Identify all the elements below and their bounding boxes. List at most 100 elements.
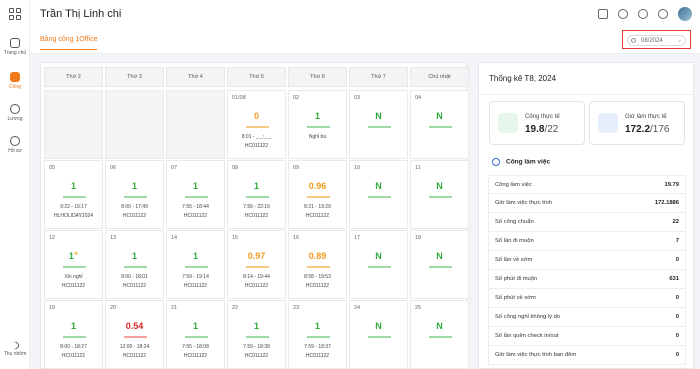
- bookmark-icon[interactable]: [598, 9, 608, 19]
- work-value: N: [375, 111, 382, 121]
- work-value: 1: [70, 321, 76, 331]
- cell-time: Nghỉ bù: [308, 134, 327, 140]
- stats-row: Số phút về sớm 0: [488, 289, 686, 308]
- sidebar-item-luong[interactable]: Lương: [0, 104, 30, 122]
- work-value: N: [375, 181, 382, 191]
- calendar-day-cell[interactable]: 15 0.97 8:14 - 19:44 HC011122: [227, 230, 286, 299]
- calendar-day-cell[interactable]: 11 N: [410, 160, 469, 229]
- calendar-day-cell[interactable]: 24 N: [349, 300, 408, 369]
- stats-label: Công làm việc: [495, 182, 532, 188]
- cell-shift: HC011122: [122, 353, 147, 359]
- avatar[interactable]: [678, 7, 692, 21]
- calendar-day-cell[interactable]: 08 1 7:56 - 22:16 HC011122: [227, 160, 286, 229]
- calendar-day-cell[interactable]: 23 1 7:59 - 18:37 HC011122: [288, 300, 347, 369]
- stats-row: Giờ làm việc thực tính ban đêm 0: [488, 346, 686, 365]
- stats-label: Số phút đi muộn: [495, 276, 538, 282]
- calendar-day-cell[interactable]: 18 N: [410, 230, 469, 299]
- calendar-day-cell[interactable]: 03 N: [349, 90, 408, 159]
- tab-bang-cong[interactable]: Bảng công 1Office: [40, 36, 98, 50]
- stats-label: Giờ làm việc thực tính: [495, 200, 552, 206]
- calendar-day-cell[interactable]: 09 0.96 8:21 - 19:29 HC011122: [288, 160, 347, 229]
- page-title: Trần Thị Linh chi: [40, 8, 122, 20]
- calendar-day-cell[interactable]: 01/08 0 8:01 - _ _:_ _ HC011122: [227, 90, 286, 159]
- day-number: 07: [171, 165, 178, 171]
- calendar-day-cell[interactable]: 21 1 7:55 - 18:08 HC011122: [166, 300, 225, 369]
- dollar-icon: [10, 104, 20, 114]
- calendar-day-cell[interactable]: 17 N: [349, 230, 408, 299]
- day-number: 20: [110, 305, 117, 311]
- day-number: 19: [49, 305, 56, 311]
- sidebar-item-cong[interactable]: Công: [0, 72, 30, 90]
- calendar-day-cell[interactable]: 05 1 9:22 - 16:17 HLHOLIDAY2024: [44, 160, 103, 229]
- stats-value: 172.1886: [654, 200, 679, 206]
- calendar-day-cell[interactable]: 25 N: [410, 300, 469, 369]
- day-number: 16: [293, 235, 300, 241]
- attendance-calendar: Thứ 2 Thứ 3 Thứ 4 Thứ 5 Thứ 6 Thứ 7 Chủ nhật 01…: [40, 62, 469, 369]
- stats-row: Số công nghỉ không lý do 0: [488, 308, 686, 327]
- value-underline: [124, 336, 147, 338]
- cell-time: 8:00 - 18:27: [60, 344, 87, 350]
- calendar-day-cell[interactable]: 07 1 7:55 - 18:44 HC011122: [166, 160, 225, 229]
- work-value: N: [375, 321, 382, 331]
- work-value: 1: [253, 321, 259, 331]
- stats-row: Số công chuẩn 22: [488, 213, 686, 232]
- calendar-day-cell[interactable]: 14 1 7:59 - 19:14 HC011122: [166, 230, 225, 299]
- calendar-day-cell[interactable]: 16 0.89 8:58 - 19:53 HC011122: [288, 230, 347, 299]
- value-underline: [124, 196, 147, 198]
- day-number: 14: [171, 235, 178, 241]
- app-grid-icon[interactable]: [9, 8, 21, 20]
- sidebar-item-hoso[interactable]: Hồ sơ: [0, 136, 30, 154]
- month-picker[interactable]: 08/2024 ⌄: [622, 30, 691, 49]
- calendar-day-cell[interactable]: 06 1 8:00 - 17:49 HC011122: [105, 160, 164, 229]
- stats-row: Số phút đi muộn 631: [488, 270, 686, 289]
- day-number: 22: [232, 305, 239, 311]
- value-underline: [246, 196, 269, 198]
- cell-shift: HC011122: [61, 353, 86, 359]
- cell-shift: HC011122: [61, 283, 86, 289]
- calendar-icon: [631, 38, 636, 43]
- value-underline: [246, 266, 269, 268]
- work-value: 0: [253, 111, 259, 121]
- cell-shift: HC011122: [183, 353, 208, 359]
- sidebar-item-home[interactable]: Trang chủ: [0, 38, 30, 56]
- cell-time: 7:55 - 18:08: [182, 344, 209, 350]
- work-value: 1✳: [68, 251, 79, 261]
- calendar-day-cell[interactable]: 20 0.54 12:00 - 18:24 HC011122: [105, 300, 164, 369]
- month-select[interactable]: 08/2024 ⌄: [627, 35, 686, 46]
- stats-label: Số lần đi muộn: [495, 238, 534, 244]
- work-value: 1: [253, 181, 259, 191]
- cell-shift: HC011122: [305, 283, 330, 289]
- calendar-day-cell[interactable]: 04 N: [410, 90, 469, 159]
- calendar-day-cell[interactable]: 10 N: [349, 160, 408, 229]
- value-underline: [307, 196, 330, 198]
- calendar-day-cell[interactable]: 19 1 8:00 - 18:27 HC011122: [44, 300, 103, 369]
- section-title: Công làm việc: [492, 158, 550, 166]
- calendar-day-cell[interactable]: 13 1 8:00 - 18:01 HC011122: [105, 230, 164, 299]
- card-label: Giờ làm thực tế: [625, 114, 667, 120]
- work-value: 1: [131, 251, 137, 261]
- bell-icon[interactable]: [658, 9, 668, 19]
- message-icon[interactable]: [618, 9, 628, 19]
- work-value: 1: [70, 181, 76, 191]
- calendar-day-cell[interactable]: 02 1 Nghỉ bù: [288, 90, 347, 159]
- work-value: 1: [192, 181, 198, 191]
- home-icon: [10, 38, 20, 48]
- chat-icon[interactable]: [638, 9, 648, 19]
- stats-row: Số lần quên check in/out 0: [488, 327, 686, 346]
- stats-row: Số lần đi muộn 7: [488, 232, 686, 251]
- day-number: 01/08: [232, 95, 246, 101]
- sidebar-collapse[interactable]: Thu nhỏm: [0, 340, 30, 357]
- value-underline: [307, 336, 330, 338]
- calendar-day-cell[interactable]: 22 1 7:59 - 18:38 HC011122: [227, 300, 286, 369]
- cell-time: 8:21 - 19:29: [304, 204, 331, 210]
- cell-shift: HLHOLIDAY2024: [53, 213, 94, 219]
- stats-row: Số lần về sớm 0: [488, 251, 686, 270]
- stats-label: Số lần về sớm: [495, 257, 533, 263]
- cell-time: 8:00 - 18:01: [121, 274, 148, 280]
- card-label: Công thực tế: [525, 114, 560, 120]
- calendar-cell-empty: [105, 90, 164, 159]
- value-underline: [124, 266, 147, 268]
- calendar-day-cell[interactable]: 12 1✳ Xin nghỉ HC011122: [44, 230, 103, 299]
- cell-time: 8:00 - 17:49: [121, 204, 148, 210]
- stats-label: Số công nghỉ không lý do: [495, 314, 561, 320]
